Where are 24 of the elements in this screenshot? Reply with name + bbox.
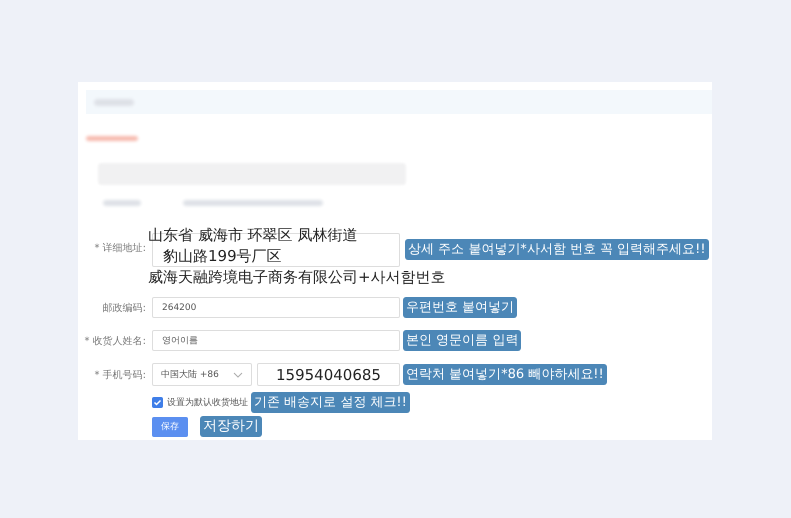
annotation-label: 기존 배송지로 설정 체크!! (251, 392, 410, 413)
region-dropdown[interactable]: 中国大陆 +86 (152, 363, 252, 386)
field-label: * 详细地址: (93, 242, 146, 255)
chevron-down-icon (233, 372, 243, 378)
field-label: * 收货人姓名: (83, 334, 146, 348)
blurred-text (103, 200, 141, 206)
phone-field[interactable]: 15954040685 (257, 363, 400, 386)
checkbox-label: 设置为默认收货地址 (167, 396, 248, 409)
annotation-label: 저장하기 (200, 416, 262, 437)
annotation-label: 본인 영문이름 입력 (403, 330, 522, 351)
blurred-text (94, 98, 134, 106)
annotation-label: 상세 주소 붙여넣기*사서함 번호 꼭 입력해주세요!! (405, 239, 709, 260)
blurred-text (86, 136, 138, 141)
address-text: 山东省 威海市 环翠区 凤林街道 (148, 225, 358, 246)
field-label: 邮政编码: (102, 302, 146, 314)
annotation-label: 연락처 붙여넣기*86 빼야하세요!! (403, 364, 607, 385)
address-text: 豹山路199号厂区 (163, 246, 282, 267)
field-label: * 手机号码: (93, 368, 146, 382)
address-text: 威海天融跨境电子商务有限公司+사서함번호 (148, 267, 446, 288)
checkmark-icon (153, 398, 162, 407)
checkbox[interactable] (152, 397, 163, 408)
name-field[interactable]: 영어이름 (152, 330, 400, 351)
annotation-label: 우편번호 붙여넣기 (403, 297, 518, 318)
postcode-field[interactable]: 264200 (152, 297, 400, 318)
